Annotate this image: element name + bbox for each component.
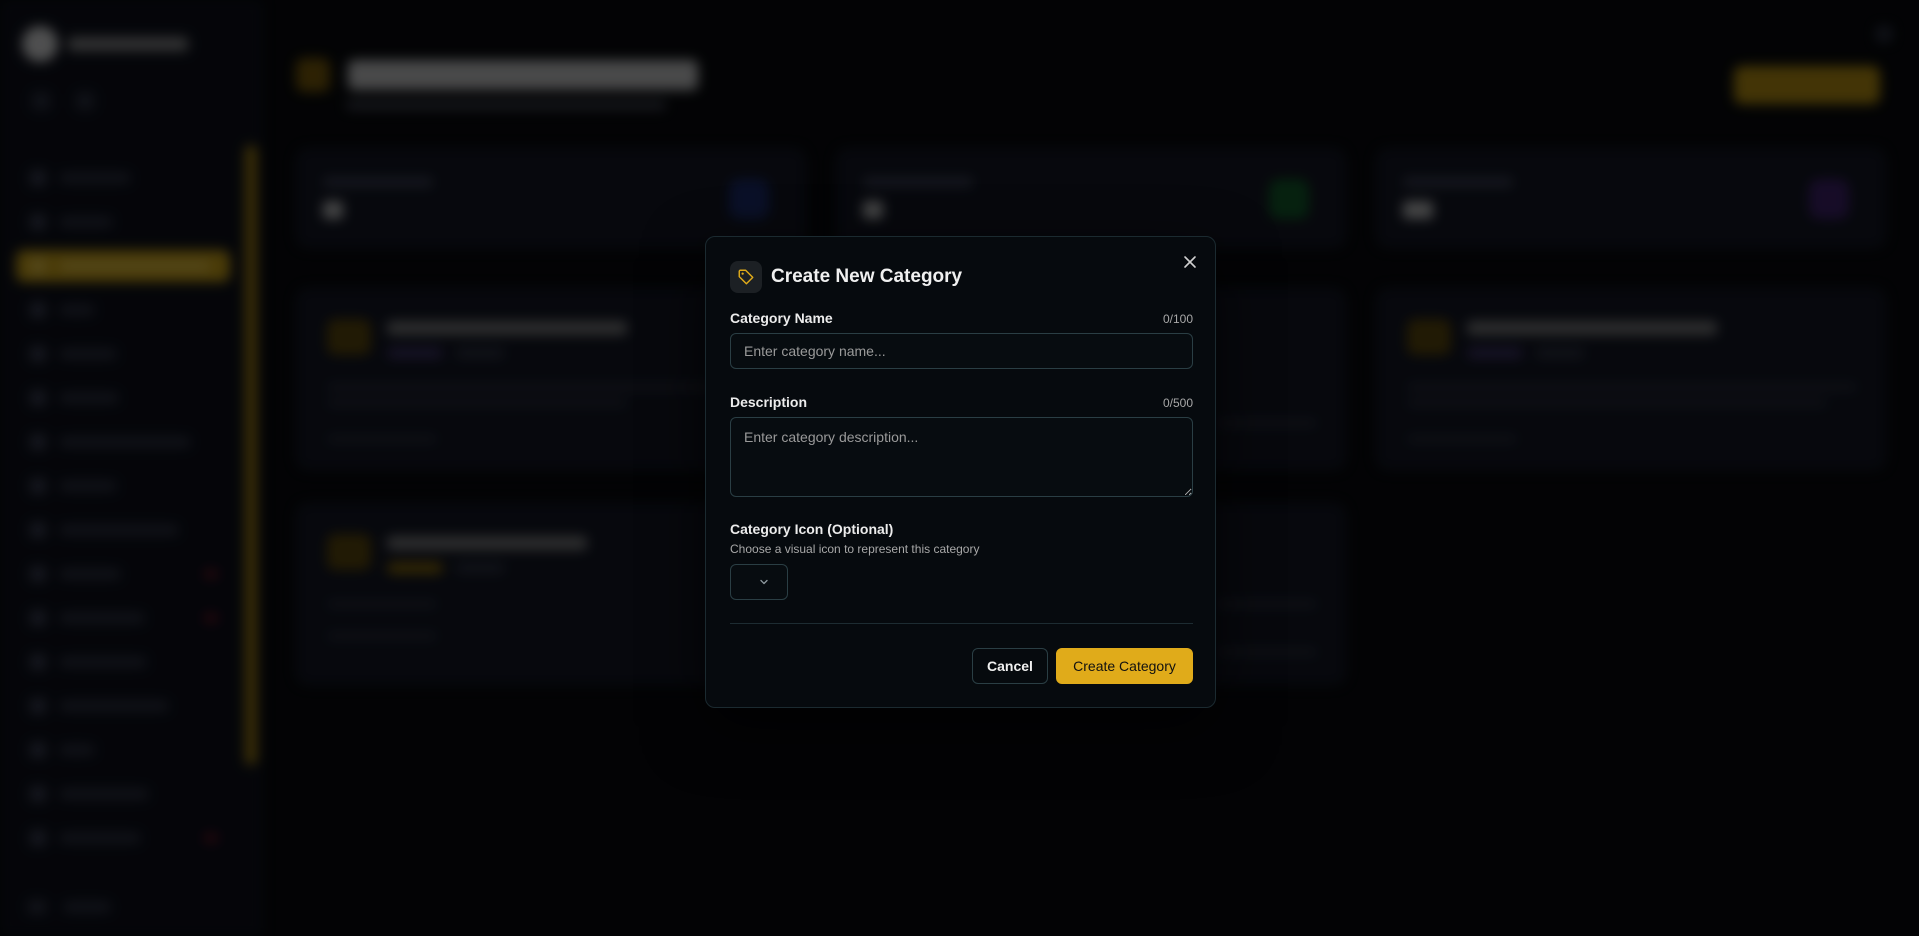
category-name-label: Category Name xyxy=(730,310,833,326)
close-button[interactable] xyxy=(1179,251,1201,273)
category-icon-label: Category Icon (Optional) xyxy=(730,521,894,537)
description-textarea[interactable] xyxy=(730,417,1193,497)
tag-icon xyxy=(738,269,754,285)
cancel-button[interactable]: Cancel xyxy=(972,648,1048,684)
category-name-row: Category Name 0/100 xyxy=(730,310,1193,326)
description-row: Description 0/500 xyxy=(730,394,1193,410)
category-icon-hint: Choose a visual icon to represent this c… xyxy=(730,542,980,556)
chevron-down-icon xyxy=(760,579,768,585)
dialog-header: Create New Category xyxy=(730,261,962,293)
create-category-button[interactable]: Create Category xyxy=(1056,648,1193,684)
dialog-title: Create New Category xyxy=(771,266,963,287)
category-name-counter: 0/100 xyxy=(1162,312,1193,326)
create-category-dialog: Create New Category Category Name 0/100 … xyxy=(705,236,1216,708)
dialog-divider xyxy=(730,623,1193,624)
icon-select-dropdown[interactable] xyxy=(730,564,788,600)
tag-icon-container xyxy=(730,261,762,293)
description-counter: 0/500 xyxy=(1162,396,1193,410)
description-label: Description xyxy=(730,394,808,410)
category-name-input[interactable] xyxy=(730,333,1193,369)
close-icon xyxy=(1184,256,1196,268)
